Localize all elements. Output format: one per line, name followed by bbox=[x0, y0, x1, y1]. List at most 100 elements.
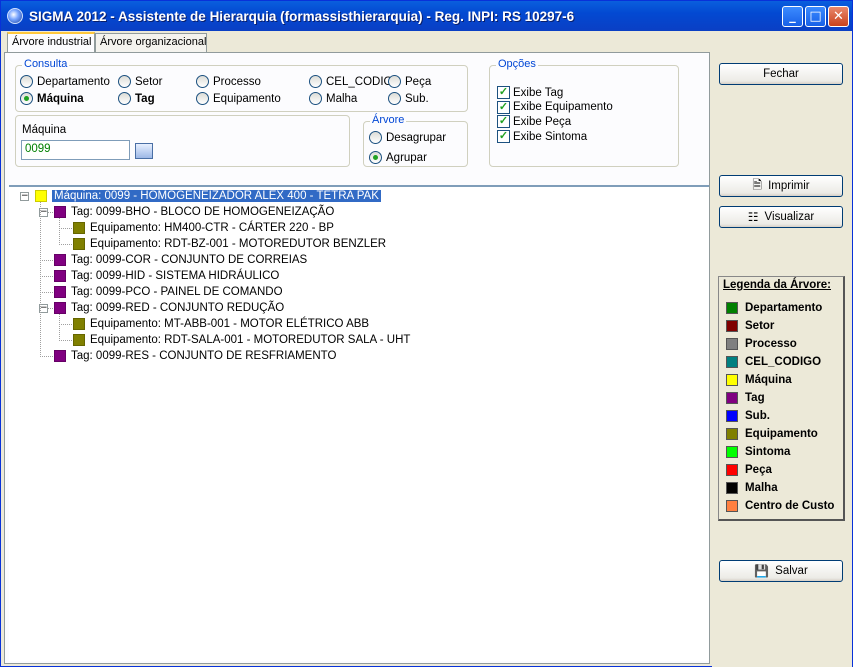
legend-label: CEL_CODIGO bbox=[745, 356, 822, 368]
hierarchy-tree[interactable]: − − − Máquina: 0099 - HOMOGENEIZADOR ALEX … bbox=[9, 185, 709, 661]
tree-connector bbox=[40, 202, 41, 357]
fechar-button[interactable]: Fechar bbox=[719, 63, 843, 85]
radio-dot bbox=[309, 92, 322, 105]
radio-consulta-1[interactable]: Setor bbox=[118, 75, 163, 88]
radio-label: Desagrupar bbox=[386, 131, 447, 144]
tree-node[interactable]: Máquina: 0099 - HOMOGENEIZADOR ALEX 400 … bbox=[35, 188, 381, 204]
legend-item: Sintoma bbox=[726, 446, 790, 458]
tree-node[interactable]: Tag: 0099-BHO - BLOCO DE HOMOGENEIZAÇÃO bbox=[54, 204, 334, 220]
node-color-icon bbox=[73, 238, 85, 250]
right-panel: Fechar 🗎 Imprimir ☷ Visualizar Legenda da … bbox=[712, 31, 852, 667]
checkmark-icon: ✓ bbox=[497, 130, 510, 144]
tree-node[interactable]: Tag: 0099-RED - CONJUNTO REDUÇÃO bbox=[54, 300, 284, 316]
node-color-icon bbox=[73, 318, 85, 330]
checkbox-label: Exibe Sintoma bbox=[513, 130, 588, 143]
legend-item: Malha bbox=[726, 482, 778, 494]
radio-consulta-3[interactable]: CEL_CODIG bbox=[309, 75, 392, 88]
checkbox-opcao-3[interactable]: ✓ Exibe Sintoma bbox=[497, 130, 588, 144]
tab-arvore-industrial[interactable]: Árvore industrial bbox=[7, 32, 95, 53]
tree-node[interactable]: Tag: 0099-COR - CONJUNTO DE CORREIAS bbox=[54, 252, 307, 268]
tree-node[interactable]: Tag: 0099-HID - SISTEMA HIDRÁULICO bbox=[54, 268, 279, 284]
arvore-legend: Árvore bbox=[370, 114, 407, 126]
save-icon: 💾 bbox=[754, 564, 770, 578]
checkbox-label: Exibe Tag bbox=[513, 86, 564, 99]
visualizar-button[interactable]: ☷ Visualizar bbox=[719, 206, 843, 228]
tree-connector bbox=[59, 218, 60, 245]
salvar-button[interactable]: 💾 Salvar bbox=[719, 560, 843, 582]
node-color-icon bbox=[54, 302, 66, 314]
close-button[interactable]: ✕ bbox=[828, 6, 849, 27]
radio-consulta-2[interactable]: Processo bbox=[196, 75, 261, 88]
tree-node[interactable]: Equipamento: HM400-CTR - CÁRTER 220 - BP bbox=[73, 220, 334, 236]
legend-swatch bbox=[726, 392, 738, 404]
node-color-icon bbox=[54, 350, 66, 362]
tab-arvore-organizacional[interactable]: Árvore organizacional bbox=[95, 33, 207, 52]
legend-item: Peça bbox=[726, 464, 772, 476]
node-color-icon bbox=[54, 206, 66, 218]
radio-consulta-0[interactable]: Departamento bbox=[20, 75, 110, 88]
radio-desagrupar[interactable]: Desagrupar bbox=[369, 131, 446, 144]
radio-dot bbox=[369, 131, 382, 144]
checkbox-opcao-1[interactable]: ✓ Exibe Equipamento bbox=[497, 100, 613, 114]
tree-connector bbox=[59, 244, 72, 245]
tree-node-label: Tag: 0099-RED - CONJUNTO REDUÇÃO bbox=[71, 302, 285, 314]
tree-connector bbox=[40, 292, 53, 293]
tree-legend: Legenda da Árvore: Departamento Setor Proc… bbox=[718, 276, 845, 521]
checkmark-icon: ✓ bbox=[497, 86, 510, 99]
radio-dot bbox=[196, 75, 209, 88]
legend-swatch bbox=[726, 410, 738, 422]
maquina-group: Máquina 0099 bbox=[15, 115, 350, 167]
radio-dot bbox=[309, 75, 322, 88]
checkbox-opcao-0[interactable]: ✓ Exibe Tag bbox=[497, 86, 563, 99]
radio-dot bbox=[20, 75, 33, 88]
legend-label: Sub. bbox=[745, 410, 770, 422]
legend-swatch bbox=[726, 374, 738, 386]
radio-agrupar[interactable]: Agrupar bbox=[369, 151, 427, 164]
consulta-legend: Consulta bbox=[22, 58, 70, 70]
lookup-icon[interactable] bbox=[135, 143, 153, 159]
legend-item: Máquina bbox=[726, 374, 792, 386]
tree-connector bbox=[40, 356, 53, 357]
legend-swatch bbox=[726, 482, 738, 494]
radio-consulta-4[interactable]: Peça bbox=[388, 75, 431, 88]
legend-label: Centro de Custo bbox=[745, 500, 835, 512]
tree-node-label: Tag: 0099-HID - SISTEMA HIDRÁULICO bbox=[71, 270, 280, 282]
main-window: SIGMA 2012 - Assistente de Hierarquia (f… bbox=[0, 0, 853, 667]
radio-label: Tag bbox=[135, 92, 155, 105]
title-bar[interactable]: SIGMA 2012 - Assistente de Hierarquia (f… bbox=[1, 1, 852, 31]
legend-label: Tag bbox=[745, 392, 765, 404]
imprimir-button[interactable]: 🗎 Imprimir bbox=[719, 175, 843, 197]
node-color-icon bbox=[73, 222, 85, 234]
radio-consulta-5[interactable]: Máquina bbox=[20, 92, 84, 105]
radio-dot bbox=[388, 75, 401, 88]
checkmark-icon: ✓ bbox=[497, 100, 510, 114]
radio-consulta-8[interactable]: Malha bbox=[309, 92, 357, 105]
legend-label: Setor bbox=[745, 320, 775, 332]
tree-node[interactable]: Equipamento: MT-ABB-001 - MOTOR ELÉTRICO… bbox=[73, 316, 369, 332]
radio-label: Equipamento bbox=[213, 92, 281, 105]
maquina-input[interactable]: 0099 bbox=[21, 140, 130, 160]
tree-node[interactable]: Equipamento: RDT-BZ-001 - MOTOREDUTOR BE… bbox=[73, 236, 386, 252]
checkbox-opcao-2[interactable]: ✓ Exibe Peça bbox=[497, 115, 571, 129]
checkbox-label: Exibe Equipamento bbox=[513, 101, 613, 114]
radio-dot bbox=[20, 92, 33, 105]
tree-node-label: Equipamento: MT-ABB-001 - MOTOR ELÉTRICO… bbox=[90, 318, 370, 330]
tree-connector bbox=[40, 276, 53, 277]
tree-connector bbox=[59, 228, 72, 229]
radio-consulta-9[interactable]: Sub. bbox=[388, 92, 429, 105]
tree-node[interactable]: Tag: 0099-PCO - PAINEL DE COMANDO bbox=[54, 284, 283, 300]
salvar-label: Salvar bbox=[775, 565, 808, 577]
legend-label: Departamento bbox=[745, 302, 823, 314]
collapse-icon[interactable]: − bbox=[20, 192, 29, 201]
legend-item: CEL_CODIGO bbox=[726, 356, 821, 368]
tree-node[interactable]: Tag: 0099-RES - CONJUNTO DE RESFRIAMENTO bbox=[54, 348, 336, 364]
minimize-button[interactable]: _ bbox=[782, 6, 803, 27]
maximize-button[interactable]: □ bbox=[805, 6, 826, 27]
app-icon[interactable] bbox=[7, 8, 23, 24]
radio-consulta-6[interactable]: Tag bbox=[118, 92, 155, 105]
radio-consulta-7[interactable]: Equipamento bbox=[196, 92, 281, 105]
tree-node[interactable]: Equipamento: RDT-SALA-001 - MOTOREDUTOR … bbox=[73, 332, 410, 348]
node-color-icon bbox=[73, 334, 85, 346]
legend-label: Sintoma bbox=[745, 446, 791, 458]
legend-item: Setor bbox=[726, 320, 774, 332]
